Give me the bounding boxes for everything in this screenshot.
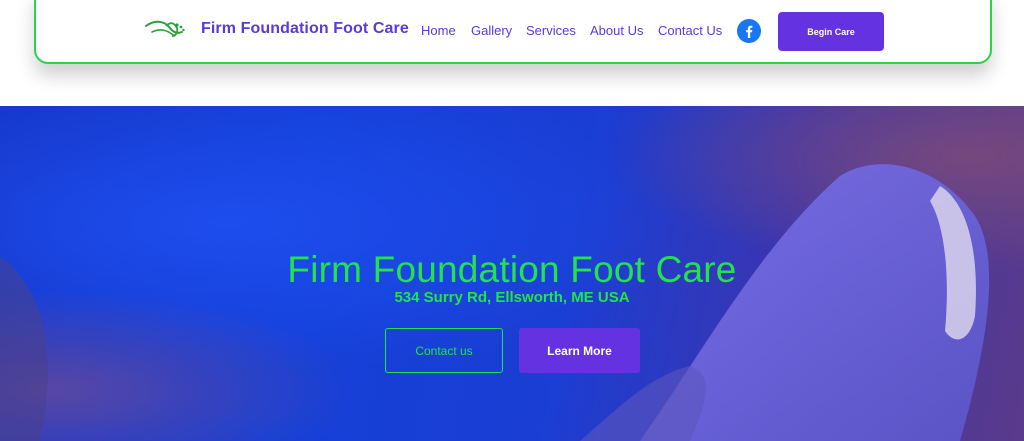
learn-more-button[interactable]: Learn More: [519, 328, 640, 373]
nav-home[interactable]: Home: [421, 23, 456, 38]
nav-about-us[interactable]: About Us: [590, 23, 643, 38]
contact-us-button[interactable]: Contact us: [385, 328, 503, 373]
hero-title: Firm Foundation Foot Care: [287, 248, 737, 290]
facebook-icon[interactable]: [737, 19, 761, 43]
header-area: Firm Foundation Foot Care Home Gallery S…: [0, 0, 1024, 106]
nav-gallery[interactable]: Gallery: [471, 23, 512, 38]
hero-section: Firm Foundation Foot Care 534 Surry Rd, …: [0, 106, 1024, 441]
begin-care-button[interactable]: Begin Care: [778, 12, 884, 51]
nav-contact-us[interactable]: Contact Us: [658, 23, 722, 38]
nav-services[interactable]: Services: [526, 23, 576, 38]
hero-address: 534 Surry Rd, Ellsworth, ME USA: [394, 289, 630, 306]
navbar: Firm Foundation Foot Care Home Gallery S…: [34, 0, 992, 64]
